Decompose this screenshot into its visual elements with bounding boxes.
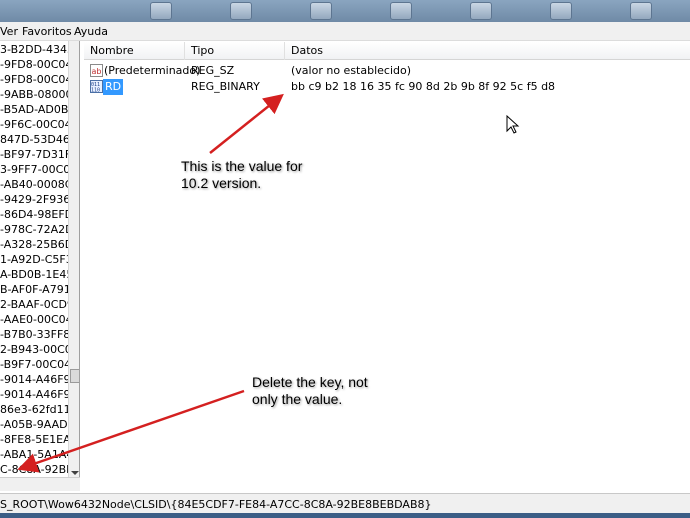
value-type: REG_SZ xyxy=(191,64,235,77)
svg-text:110: 110 xyxy=(91,88,100,94)
annotation-line: only the value. xyxy=(252,391,343,407)
annotation-line: This is the value for xyxy=(181,158,303,174)
taskbar-app-icon[interactable] xyxy=(550,2,572,20)
annotation-value-note: This is the value for 10.2 version. xyxy=(181,158,302,192)
menu-bar: Ver Favoritos Ayuda xyxy=(0,22,690,41)
annotation-line: Delete the key, not xyxy=(252,374,368,390)
string-value-icon: ab xyxy=(90,64,103,77)
registry-values-list[interactable]: Nombre Tipo Datos ab (Predeterminado) RE… xyxy=(84,41,690,491)
value-data: bb c9 b2 18 16 35 fc 90 8d 2b 9b 8f 92 5… xyxy=(291,80,556,93)
registry-key-tree[interactable]: 3-B2DD-43437B -9FD8-00C04F6 -9FD8-00C04F… xyxy=(0,41,80,477)
menu-item-ver[interactable]: Ver xyxy=(0,25,18,38)
taskbar-app-icon[interactable] xyxy=(230,2,252,20)
taskbar-app-icon[interactable] xyxy=(150,2,172,20)
column-header-nombre[interactable]: Nombre xyxy=(84,42,185,60)
binary-value-icon: 011 110 xyxy=(90,80,103,93)
value-name: RD xyxy=(103,79,124,95)
tree-horizontal-scrollbar[interactable] xyxy=(0,477,80,491)
column-header-datos[interactable]: Datos xyxy=(285,42,690,60)
menu-item-favoritos[interactable]: Favoritos xyxy=(22,25,72,38)
taskbar-app-icon[interactable] xyxy=(390,2,412,20)
taskbar-strip xyxy=(0,0,690,22)
status-bar: S_ROOT\Wow6432Node\CLSID\{84E5CDF7-FE84-… xyxy=(0,493,690,513)
value-type: REG_BINARY xyxy=(191,80,260,93)
list-header: Nombre Tipo Datos xyxy=(84,42,690,60)
value-name: (Predeterminado) xyxy=(104,64,201,77)
value-row[interactable]: ab (Predeterminado) REG_SZ (valor no est… xyxy=(84,63,690,79)
menu-item-ayuda[interactable]: Ayuda xyxy=(74,25,108,38)
taskbar-app-icon[interactable] xyxy=(630,2,652,20)
scroll-down-arrow-icon[interactable] xyxy=(71,471,79,475)
taskbar-bottom-strip xyxy=(0,513,690,518)
column-header-tipo[interactable]: Tipo xyxy=(185,42,285,60)
annotation-delete-note: Delete the key, not only the value. xyxy=(252,374,368,408)
taskbar-app-icon[interactable] xyxy=(310,2,332,20)
value-data: (valor no establecido) xyxy=(291,64,412,77)
taskbar-app-icon[interactable] xyxy=(470,2,492,20)
scrollbar-thumb[interactable] xyxy=(70,369,79,383)
annotation-line: 10.2 version. xyxy=(181,175,262,191)
tree-vertical-scrollbar[interactable] xyxy=(68,41,79,477)
svg-text:ab: ab xyxy=(92,67,102,76)
value-row-selected[interactable]: 011 110 RD REG_BINARY bb c9 b2 18 16 35 … xyxy=(84,79,690,95)
status-path: S_ROOT\Wow6432Node\CLSID\{84E5CDF7-FE84-… xyxy=(0,498,432,511)
